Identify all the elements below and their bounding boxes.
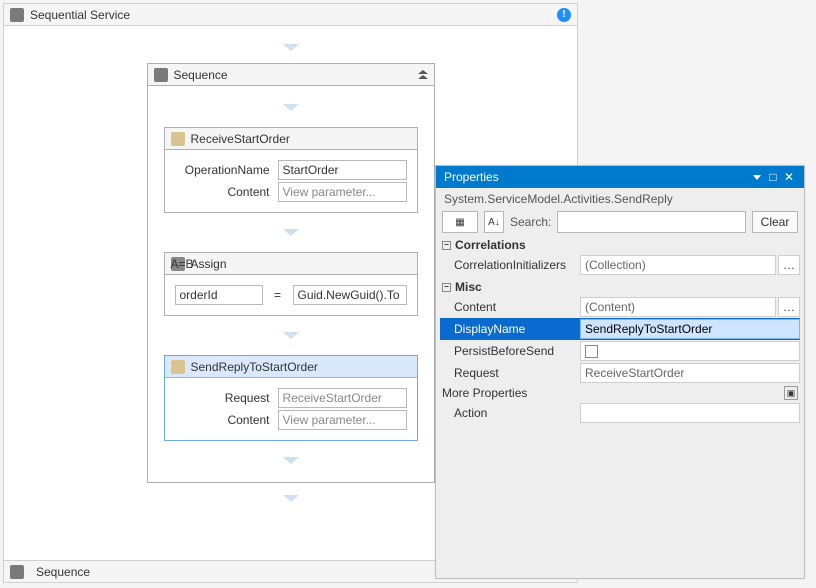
assign-icon: A=B <box>171 257 185 271</box>
property-value[interactable] <box>580 341 800 361</box>
sequence-activity[interactable]: Sequence ReceiveStartOrder OperationName <box>147 63 435 483</box>
sendreply-icon <box>171 360 185 374</box>
equals-label: = <box>271 288 285 302</box>
expand-more-icon[interactable]: ▣ <box>784 386 798 400</box>
ellipsis-button[interactable]: … <box>778 255 800 275</box>
collapse-toggle-icon[interactable]: − <box>442 241 451 250</box>
property-value[interactable]: (Collection) <box>580 255 776 275</box>
sort-alpha-button[interactable]: A↓ <box>484 211 504 233</box>
property-row-content[interactable]: Content (Content) … <box>440 296 800 318</box>
operationname-label: OperationName <box>175 163 270 177</box>
sequence-icon <box>154 68 168 82</box>
assign-value-input[interactable]: Guid.NewGuid().To <box>293 285 407 305</box>
clear-button[interactable]: Clear <box>752 211 798 233</box>
content-link[interactable]: View parameter... <box>278 182 407 202</box>
sequence-header[interactable]: Sequence <box>148 64 434 86</box>
drop-arrow-icon[interactable] <box>283 44 299 51</box>
properties-title: Properties <box>444 170 499 184</box>
sort-categorized-button[interactable]: ▦ <box>442 211 478 233</box>
sendreply-title: SendReplyToStartOrder <box>191 360 318 374</box>
service-title: Sequential Service <box>30 8 130 22</box>
window-maximize-icon[interactable]: □ <box>766 170 780 184</box>
service-icon <box>10 8 24 22</box>
properties-typename: System.ServiceModel.Activities.SendReply <box>436 188 804 208</box>
property-row-displayname[interactable]: DisplayName SendReplyToStartOrder <box>440 318 800 340</box>
category-misc[interactable]: − Misc <box>440 278 800 296</box>
collapse-toggle-icon[interactable]: − <box>442 283 451 292</box>
property-name: Request <box>440 366 580 380</box>
property-value[interactable] <box>580 403 800 423</box>
sequential-service-header[interactable]: Sequential Service ! <box>4 4 577 26</box>
ellipsis-button[interactable]: … <box>778 297 800 317</box>
content-label: Content <box>175 185 270 199</box>
category-correlations[interactable]: − Correlations <box>440 236 800 254</box>
properties-panel: Properties □ ✕ System.ServiceModel.Activ… <box>435 165 805 579</box>
sequence-title: Sequence <box>174 68 228 82</box>
property-name: DisplayName <box>440 322 580 336</box>
category-label: Misc <box>455 280 482 294</box>
property-row-action[interactable]: Action <box>440 402 800 424</box>
assign-activity[interactable]: A=B Assign orderId = Guid.NewGuid().To <box>164 252 418 316</box>
more-properties-header[interactable]: More Properties ▣ <box>440 384 800 402</box>
more-properties-label: More Properties <box>442 386 527 400</box>
properties-toolbar: ▦ A↓ Search: Clear <box>436 208 804 236</box>
collapsed-sequence-title: Sequence <box>36 565 90 579</box>
drop-arrow-icon[interactable] <box>283 104 299 111</box>
operationname-input[interactable]: StartOrder <box>278 160 407 180</box>
assign-title: Assign <box>191 257 227 271</box>
checkbox-input[interactable] <box>585 345 598 358</box>
content-label: Content <box>175 413 270 427</box>
property-name: Content <box>440 300 580 314</box>
property-value[interactable]: ReceiveStartOrder <box>580 363 800 383</box>
property-name: CorrelationInitializers <box>440 258 580 272</box>
search-label: Search: <box>510 215 551 229</box>
collapse-icon[interactable] <box>418 70 428 79</box>
sequence-icon <box>10 565 24 579</box>
property-name: Action <box>440 406 580 420</box>
property-row-correlationinitializers[interactable]: CorrelationInitializers (Collection) … <box>440 254 800 276</box>
properties-grid: − Correlations CorrelationInitializers (… <box>436 236 804 578</box>
receive-title: ReceiveStartOrder <box>191 132 290 146</box>
properties-titlebar[interactable]: Properties □ ✕ <box>436 166 804 188</box>
receive-icon <box>171 132 185 146</box>
request-label: Request <box>175 391 270 405</box>
window-options-icon[interactable] <box>750 170 764 184</box>
drop-arrow-icon[interactable] <box>283 457 299 464</box>
assign-to-input[interactable]: orderId <box>175 285 263 305</box>
drop-arrow-icon[interactable] <box>283 229 299 236</box>
content-link[interactable]: View parameter... <box>278 410 407 430</box>
search-input[interactable] <box>557 211 746 233</box>
receive-activity[interactable]: ReceiveStartOrder OperationName StartOrd… <box>164 127 418 213</box>
sendreply-activity[interactable]: SendReplyToStartOrder Request ReceiveSta… <box>164 355 418 441</box>
window-close-icon[interactable]: ✕ <box>782 170 796 184</box>
validation-warning-icon[interactable]: ! <box>557 8 571 22</box>
drop-arrow-icon[interactable] <box>283 495 299 502</box>
drop-arrow-icon[interactable] <box>283 332 299 339</box>
property-name: PersistBeforeSend <box>440 344 580 358</box>
property-value[interactable]: (Content) <box>580 297 776 317</box>
category-label: Correlations <box>455 238 526 252</box>
property-value[interactable]: SendReplyToStartOrder <box>580 319 800 339</box>
request-input[interactable]: ReceiveStartOrder <box>278 388 407 408</box>
property-row-request[interactable]: Request ReceiveStartOrder <box>440 362 800 384</box>
property-row-persistbeforesend[interactable]: PersistBeforeSend <box>440 340 800 362</box>
